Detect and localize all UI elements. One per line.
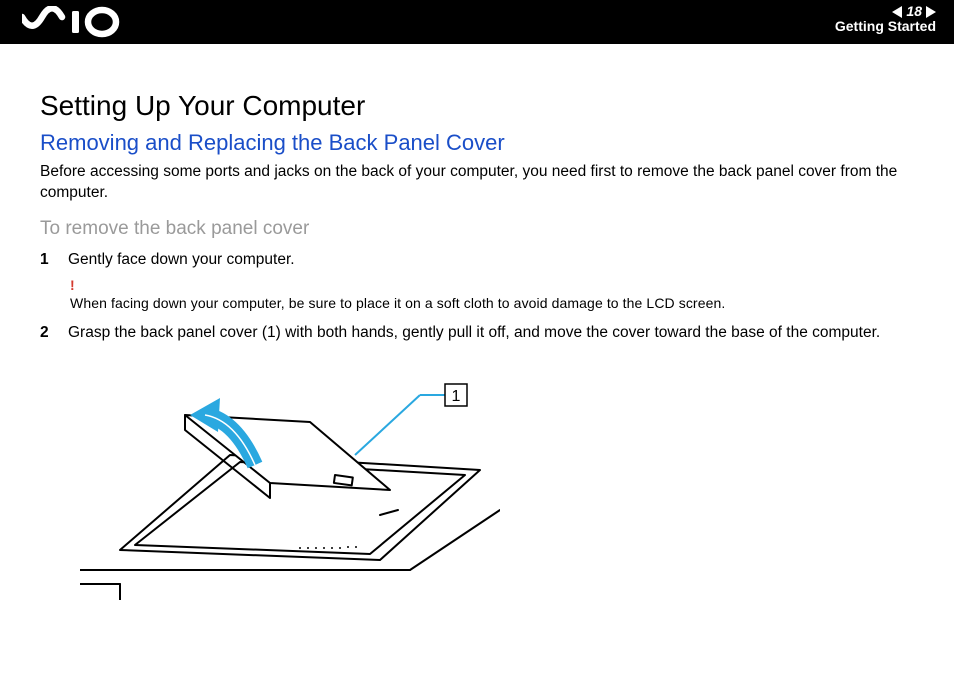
step-row: 1 Gently face down your computer. — [40, 250, 924, 271]
step-number: 2 — [40, 323, 54, 344]
sub-title: To remove the back panel cover — [40, 218, 924, 240]
step-row: 2 Grasp the back panel cover (1) with bo… — [40, 323, 924, 344]
figure-callout — [355, 395, 445, 455]
figure-callout-number: 1 — [452, 388, 461, 405]
section-title: Removing and Replacing the Back Panel Co… — [40, 130, 924, 156]
vaio-logo — [22, 6, 132, 38]
back-panel-figure: 1 — [80, 360, 500, 600]
step-text: Grasp the back panel cover (1) with both… — [68, 323, 880, 344]
intro-paragraph: Before accessing some ports and jacks on… — [40, 162, 924, 204]
warning-block: ! When facing down your computer, be sur… — [70, 277, 924, 313]
page-number: 18 — [906, 4, 922, 19]
header-bar: 18 Getting Started — [0, 0, 954, 44]
page-content: Setting Up Your Computer Removing and Re… — [0, 44, 954, 605]
warning-text: When facing down your computer, be sure … — [70, 295, 725, 311]
nav-next-icon[interactable] — [926, 6, 936, 18]
step-text: Gently face down your computer. — [68, 250, 295, 271]
page-title: Setting Up Your Computer — [40, 90, 924, 122]
header-section-label: Getting Started — [835, 19, 936, 34]
nav-prev-icon[interactable] — [892, 6, 902, 18]
warning-mark-icon: ! — [70, 277, 924, 293]
step-number: 1 — [40, 250, 54, 271]
